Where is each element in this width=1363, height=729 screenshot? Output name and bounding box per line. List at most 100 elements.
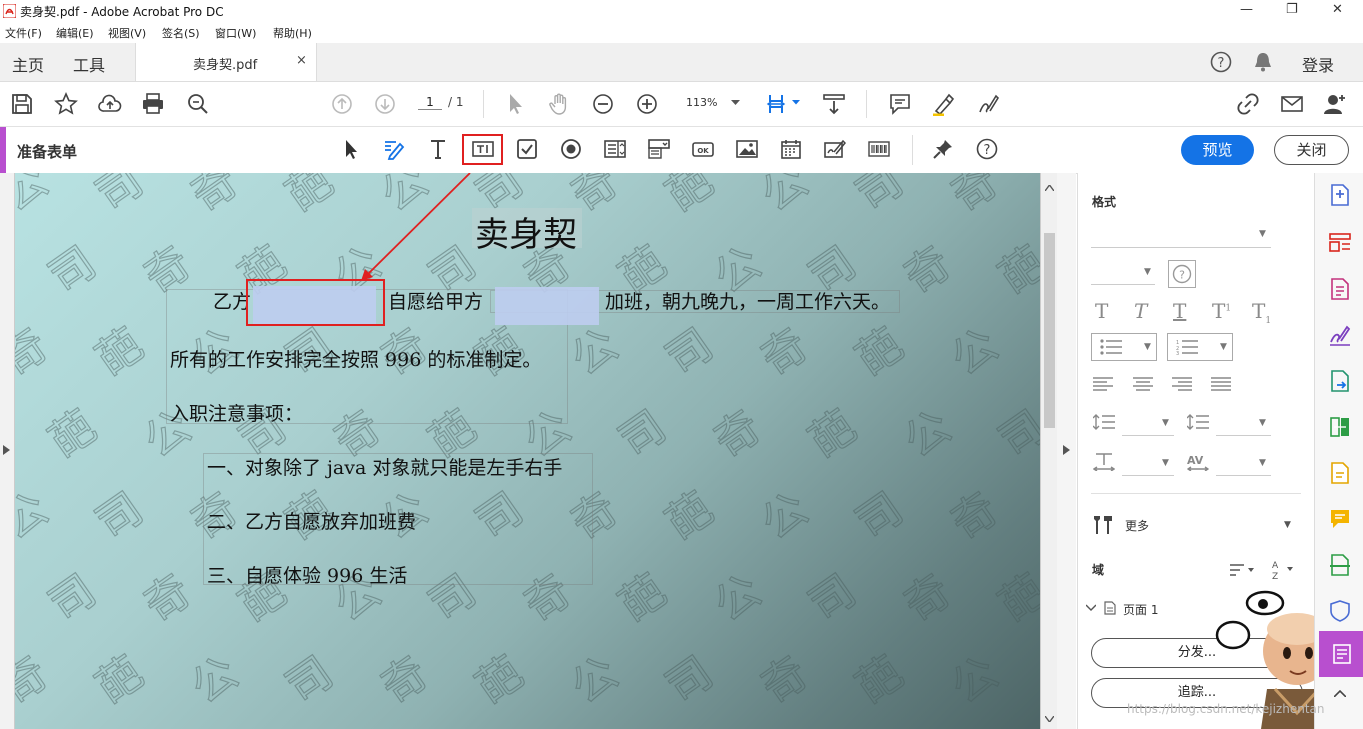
add-user-icon[interactable] — [1323, 92, 1347, 116]
minimize-button[interactable]: — — [1240, 2, 1253, 17]
paragraph-spacing-select[interactable] — [1216, 435, 1271, 436]
button-field-icon[interactable]: OK — [692, 138, 714, 160]
checkbox-icon[interactable] — [516, 138, 538, 160]
page-node-label[interactable]: 页面 1 — [1123, 601, 1158, 618]
cloud-upload-icon[interactable] — [98, 92, 122, 116]
select-arrow-icon[interactable] — [504, 92, 528, 116]
share-link-icon[interactable] — [1236, 92, 1260, 116]
text-regular-icon[interactable]: T — [1095, 299, 1108, 323]
zoom-in-icon[interactable] — [635, 92, 659, 116]
dropdown-field-icon[interactable] — [648, 138, 670, 160]
text-underline-icon[interactable]: T — [1173, 299, 1186, 323]
comment-tool-icon[interactable] — [1328, 507, 1352, 531]
comment-icon[interactable] — [888, 92, 912, 116]
fill-sign-icon[interactable] — [976, 92, 1000, 116]
tab-tools[interactable]: 工具 — [73, 52, 105, 76]
more-label[interactable]: 更多 — [1125, 517, 1149, 534]
font-family-select[interactable] — [1091, 247, 1271, 248]
star-icon[interactable] — [54, 92, 78, 116]
horizontal-scale-select[interactable] — [1122, 475, 1174, 476]
zoom-out-icon[interactable] — [591, 92, 615, 116]
fit-dropdown-icon[interactable] — [792, 100, 800, 105]
right-panel-toggle[interactable] — [1057, 173, 1076, 729]
expand-left-icon[interactable] — [3, 445, 10, 455]
form-help-icon[interactable]: ? — [976, 138, 998, 160]
scroll-mode-icon[interactable] — [822, 92, 846, 116]
paragraph-spacing-icon[interactable] — [1187, 413, 1209, 431]
character-spacing-icon[interactable]: AV — [1187, 453, 1209, 471]
character-spacing-select[interactable] — [1216, 475, 1271, 476]
active-tool-prepare-form[interactable] — [1319, 631, 1363, 677]
date-field-icon[interactable] — [780, 138, 802, 160]
close-form-button[interactable]: 关闭 — [1274, 135, 1349, 165]
menu-file[interactable]: 文件(F) — [5, 25, 42, 41]
pdf-page[interactable]: 奇葩公司奇葩公司奇葩公司奇葩公司奇葩公司奇葩公司奇葩公司奇葩公司奇葩公司奇葩公司… — [15, 173, 1040, 729]
login-link[interactable]: 登录 — [1302, 52, 1334, 76]
vertical-scrollbar[interactable] — [1040, 173, 1058, 729]
line-spacing-caret-icon[interactable]: ▼ — [1162, 418, 1169, 428]
fit-page-icon[interactable] — [766, 92, 790, 116]
pin-icon[interactable] — [932, 138, 954, 160]
sign-icon[interactable] — [1328, 323, 1352, 347]
tab-home[interactable]: 主页 — [12, 52, 44, 76]
menu-edit[interactable]: 编辑(E) — [56, 25, 94, 41]
select-object-icon[interactable] — [341, 138, 363, 160]
edit-fields-icon[interactable] — [383, 138, 405, 160]
email-icon[interactable] — [1280, 92, 1304, 116]
tab-document[interactable]: 卖身契.pdf × — [135, 43, 317, 81]
horizontal-scale-icon[interactable] — [1093, 453, 1115, 471]
sort-fields-icon[interactable] — [1230, 563, 1256, 577]
scroll-down-icon[interactable] — [1045, 716, 1054, 722]
left-panel-toggle[interactable] — [0, 173, 15, 729]
close-tab-icon[interactable]: × — [296, 53, 307, 68]
align-left-icon[interactable] — [1093, 377, 1113, 391]
radio-button-icon[interactable] — [560, 138, 582, 160]
collapse-right-icon[interactable] — [1063, 445, 1070, 455]
font-size-select[interactable] — [1091, 284, 1155, 285]
more-tools-icon[interactable] — [1091, 513, 1115, 535]
line-spacing-icon[interactable] — [1093, 413, 1115, 431]
protect-icon[interactable] — [1328, 599, 1352, 623]
more-caret-icon[interactable]: ▼ — [1284, 520, 1291, 530]
export-pdf-icon[interactable] — [1328, 277, 1352, 301]
barcode-icon[interactable] — [868, 138, 890, 160]
page-down-icon[interactable] — [373, 92, 397, 116]
paragraph-spacing-caret-icon[interactable]: ▼ — [1259, 418, 1266, 428]
tree-expand-icon[interactable] — [1086, 604, 1096, 612]
numbered-list-select[interactable]: 123 ▼ — [1167, 333, 1233, 361]
send-file-icon[interactable] — [1328, 369, 1352, 393]
line-spacing-select[interactable] — [1122, 435, 1174, 436]
list-box-icon[interactable] — [604, 138, 626, 160]
menu-help[interactable]: 帮助(H) — [273, 25, 312, 41]
help-icon[interactable]: ? — [1210, 51, 1232, 73]
text-superscript-icon[interactable]: T1 — [1212, 299, 1231, 323]
create-pdf-icon[interactable] — [1328, 183, 1352, 207]
digital-signature-icon[interactable] — [824, 138, 846, 160]
preview-button[interactable]: 预览 — [1181, 135, 1254, 165]
text-italic-icon[interactable]: T — [1134, 299, 1147, 323]
font-size-caret-icon[interactable]: ▼ — [1144, 267, 1151, 277]
save-icon[interactable] — [10, 92, 34, 116]
maximize-button[interactable]: ❐ — [1286, 2, 1298, 17]
character-spacing-caret-icon[interactable]: ▼ — [1259, 458, 1266, 468]
zoom-dropdown-icon[interactable] — [731, 100, 740, 106]
image-field-icon[interactable] — [736, 138, 758, 160]
fill-form-icon[interactable] — [1328, 461, 1352, 485]
bullet-list-select[interactable]: ▼ — [1091, 333, 1157, 361]
font-family-caret-icon[interactable]: ▼ — [1259, 229, 1266, 239]
menu-window[interactable]: 窗口(W) — [215, 25, 256, 41]
align-right-icon[interactable] — [1172, 377, 1192, 391]
scan-ocr-icon[interactable] — [1328, 553, 1352, 577]
add-text-icon[interactable] — [427, 138, 449, 160]
compare-files-icon[interactable] — [1328, 415, 1352, 439]
page-up-icon[interactable] — [330, 92, 354, 116]
zoom-search-icon[interactable] — [186, 92, 210, 116]
close-window-button[interactable]: ✕ — [1332, 2, 1343, 17]
scroll-up-icon[interactable] — [1045, 185, 1054, 191]
text-help-button[interactable]: ? — [1168, 260, 1196, 288]
organize-pages-icon[interactable] — [1328, 231, 1352, 255]
align-center-icon[interactable] — [1133, 377, 1153, 391]
notification-bell-icon[interactable] — [1253, 51, 1273, 73]
highlight-pen-icon[interactable] — [932, 92, 956, 116]
scrollbar-thumb[interactable] — [1044, 233, 1055, 428]
